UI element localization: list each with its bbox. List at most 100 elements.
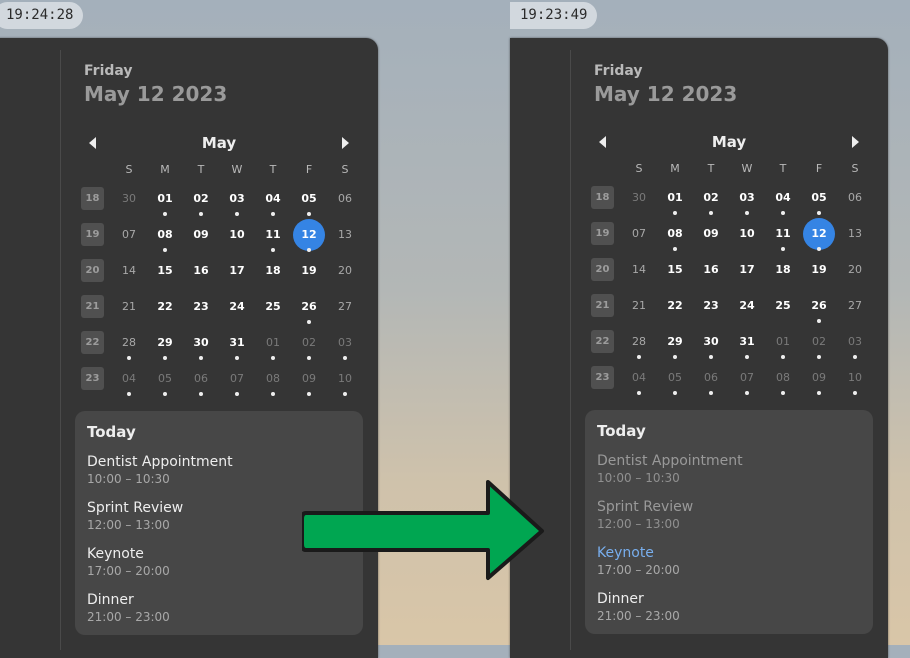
calendar-day[interactable]: 17 [221,255,253,287]
calendar-day[interactable]: 23 [695,290,727,322]
previous-month-icon[interactable] [89,137,96,149]
calendar-day[interactable]: 04 [767,182,799,215]
calendar-day[interactable]: 30 [113,183,145,215]
calendar-day[interactable]: 08 [659,218,691,251]
calendar-day[interactable]: 27 [839,290,871,322]
calendar-day[interactable]: 02 [803,326,835,359]
next-month-icon[interactable] [342,137,349,149]
calendar-day[interactable]: 06 [329,183,361,215]
events-section[interactable]: Today Dentist Appointment 10:00 – 10:30 Spr… [585,410,873,634]
calendar-day[interactable]: 08 [149,219,181,252]
calendar-day[interactable]: 19 [293,255,325,287]
weekday-label[interactable]: Friday [84,63,133,79]
weekday-label[interactable]: Friday [594,63,643,79]
calendar-day[interactable]: 04 [257,183,289,216]
event-item[interactable]: Dentist Appointment 10:00 – 10:30 [87,453,233,487]
calendar-day[interactable]: 07 [113,219,145,251]
calendar-day[interactable]: 01 [767,326,799,359]
calendar-day[interactable]: 16 [185,255,217,287]
calendar-day[interactable]: 24 [221,291,253,323]
event-item[interactable]: Dentist Appointment 10:00 – 10:30 [597,452,743,486]
calendar-day[interactable]: 04 [623,362,655,395]
calendar-day[interactable]: 30 [185,327,217,360]
calendar-day[interactable]: 05 [149,363,181,396]
clock-label[interactable]: 19:24:28 [0,2,84,29]
calendar-day[interactable]: 13 [329,219,361,251]
calendar-day[interactable]: 19 [803,254,835,286]
calendar-day[interactable]: 05 [659,362,691,395]
calendar-day[interactable]: 02 [293,327,325,360]
calendar-day[interactable]: 25 [767,290,799,322]
calendar-day[interactable]: 29 [149,327,181,360]
calendar-day[interactable]: 15 [659,254,691,286]
calendar-day[interactable]: 31 [221,327,253,360]
calendar-day[interactable]: 03 [329,327,361,360]
calendar-day[interactable]: 20 [839,254,871,286]
calendar-day[interactable]: 28 [113,327,145,360]
calendar-day[interactable]: 02 [185,183,217,216]
calendar-day[interactable]: 21 [623,290,655,322]
calendar-day[interactable]: 11 [257,219,289,252]
event-item[interactable]: Dinner 21:00 – 23:00 [87,591,170,625]
calendar-day[interactable]: 22 [659,290,691,322]
calendar-day[interactable]: 15 [149,255,181,287]
calendar-day[interactable]: 08 [767,362,799,395]
event-item[interactable]: Keynote 17:00 – 20:00 [597,544,680,578]
calendar-day[interactable]: 18 [257,255,289,287]
next-month-icon[interactable] [852,136,859,148]
calendar-day[interactable]: 07 [731,362,763,395]
calendar-day[interactable]: 14 [113,255,145,287]
calendar-day[interactable]: 09 [695,218,727,250]
calendar-day[interactable]: 30 [695,326,727,359]
calendar-day[interactable]: 18 [767,254,799,286]
calendar-day[interactable]: 06 [839,182,871,214]
calendar-day[interactable]: 06 [185,363,217,396]
calendar-day[interactable]: 11 [767,218,799,251]
calendar-day[interactable]: 28 [623,326,655,359]
calendar-day[interactable]: 01 [659,182,691,215]
calendar-day[interactable]: 10 [329,363,361,396]
calendar-day[interactable]: 16 [695,254,727,286]
calendar-day[interactable]: 13 [839,218,871,250]
calendar-day[interactable]: 06 [695,362,727,395]
calendar-day[interactable]: 05 [293,183,325,216]
calendar-day-today[interactable]: 12 [293,219,325,252]
calendar-day-today[interactable]: 12 [803,218,835,251]
clock-label[interactable]: 19:23:49 [510,2,598,29]
calendar-day[interactable]: 26 [803,290,835,323]
calendar-day[interactable]: 03 [221,183,253,216]
full-date-label[interactable]: May 12 2023 [594,82,737,106]
event-item[interactable]: Sprint Review 12:00 – 13:00 [87,499,183,533]
calendar-day[interactable]: 07 [623,218,655,250]
calendar-day[interactable]: 21 [113,291,145,323]
event-item[interactable]: Keynote 17:00 – 20:00 [87,545,170,579]
calendar-day[interactable]: 26 [293,291,325,324]
calendar-day[interactable]: 01 [257,327,289,360]
calendar-day[interactable]: 10 [731,218,763,250]
calendar-day[interactable]: 10 [839,362,871,395]
event-item[interactable]: Dinner 21:00 – 23:00 [597,590,680,624]
calendar-day[interactable]: 01 [149,183,181,216]
calendar-day[interactable]: 09 [293,363,325,396]
calendar-day[interactable]: 03 [839,326,871,359]
calendar-day[interactable]: 25 [257,291,289,323]
previous-month-icon[interactable] [599,136,606,148]
calendar-day[interactable]: 10 [221,219,253,251]
calendar-day[interactable]: 17 [731,254,763,286]
calendar-day[interactable]: 31 [731,326,763,359]
calendar-day[interactable]: 08 [257,363,289,396]
calendar-day[interactable]: 22 [149,291,181,323]
calendar-day[interactable]: 27 [329,291,361,323]
calendar-day[interactable]: 05 [803,182,835,215]
calendar-day[interactable]: 24 [731,290,763,322]
calendar-day[interactable]: 07 [221,363,253,396]
calendar-day[interactable]: 04 [113,363,145,396]
calendar-day[interactable]: 02 [695,182,727,215]
calendar-day[interactable]: 23 [185,291,217,323]
event-item[interactable]: Sprint Review 12:00 – 13:00 [597,498,693,532]
calendar-day[interactable]: 03 [731,182,763,215]
calendar-day[interactable]: 20 [329,255,361,287]
calendar-day[interactable]: 09 [185,219,217,251]
calendar-day[interactable]: 14 [623,254,655,286]
calendar-day[interactable]: 09 [803,362,835,395]
